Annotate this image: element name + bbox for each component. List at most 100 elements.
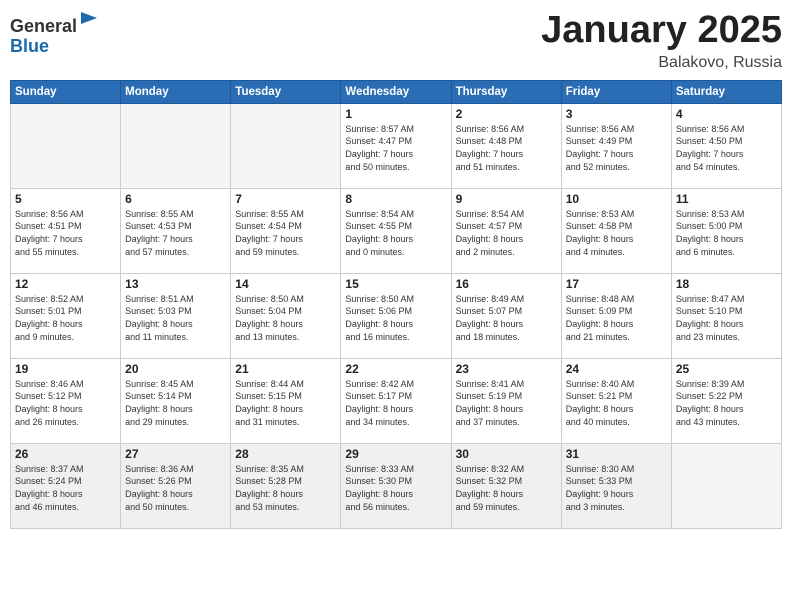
col-monday: Monday bbox=[121, 80, 231, 103]
logo-general: General bbox=[10, 16, 77, 36]
header: General Blue January 2025 Balakovo, Russ… bbox=[10, 10, 782, 72]
calendar-week-row: 26 Sunrise: 8:37 AMSunset: 5:24 PMDayligh… bbox=[11, 443, 782, 528]
logo: General Blue bbox=[10, 10, 101, 57]
day-info: Sunrise: 8:32 AMSunset: 5:32 PMDaylight:… bbox=[456, 463, 557, 513]
day-number: 29 bbox=[345, 447, 446, 461]
day-number: 30 bbox=[456, 447, 557, 461]
day-number: 17 bbox=[566, 277, 667, 291]
table-row: 11Sunrise: 8:53 AMSunset: 5:00 PMDayligh… bbox=[671, 188, 781, 273]
day-number: 28 bbox=[235, 447, 336, 461]
table-row: 7Sunrise: 8:55 AMSunset: 4:54 PMDaylight… bbox=[231, 188, 341, 273]
calendar-header-row: Sunday Monday Tuesday Wednesday Thursday… bbox=[11, 80, 782, 103]
table-row bbox=[231, 103, 341, 188]
day-info: Sunrise: 8:46 AMSunset: 5:12 PMDaylight:… bbox=[15, 378, 116, 428]
table-row: 3 Sunrise: 8:56 AMSunset: 4:49 PMDaylight… bbox=[561, 103, 671, 188]
day-info: Sunrise: 8:42 AMSunset: 5:17 PMDaylight:… bbox=[345, 378, 446, 428]
day-info: Sunrise: 8:52 AMSunset: 5:01 PMDaylight:… bbox=[15, 293, 116, 343]
table-row: 16Sunrise: 8:49 AMSunset: 5:07 PMDayligh… bbox=[451, 273, 561, 358]
day-number: 7 bbox=[235, 192, 336, 206]
table-row: 22 Sunrise: 8:42 AMSunset: 5:17 PMDayligh… bbox=[341, 358, 451, 443]
table-row bbox=[121, 103, 231, 188]
day-number: 4 bbox=[676, 107, 777, 121]
day-number: 5 bbox=[15, 192, 116, 206]
day-info: Sunrise: 8:48 AMSunset: 5:09 PMDaylight:… bbox=[566, 293, 667, 343]
table-row: 6Sunrise: 8:55 AMSunset: 4:53 PMDaylight… bbox=[121, 188, 231, 273]
location-subtitle: Balakovo, Russia bbox=[541, 54, 782, 72]
day-number: 2 bbox=[456, 107, 557, 121]
day-number: 15 bbox=[345, 277, 446, 291]
day-info: Sunrise: 8:36 AMSunset: 5:26 PMDaylight:… bbox=[125, 463, 226, 513]
day-info: Sunrise: 8:57 AMSunset: 4:47 PMDaylight:… bbox=[345, 123, 446, 173]
table-row: 4 Sunrise: 8:56 AMSunset: 4:50 PMDaylight… bbox=[671, 103, 781, 188]
day-info: Sunrise: 8:50 AMSunset: 5:04 PMDaylight:… bbox=[235, 293, 336, 343]
day-number: 8 bbox=[345, 192, 446, 206]
table-row: 28Sunrise: 8:35 AMSunset: 5:28 PMDayligh… bbox=[231, 443, 341, 528]
day-number: 14 bbox=[235, 277, 336, 291]
day-number: 31 bbox=[566, 447, 667, 461]
day-number: 1 bbox=[345, 107, 446, 121]
day-number: 22 bbox=[345, 362, 446, 376]
table-row: 29 Sunrise: 8:33 AMSunset: 5:30 PMDayligh… bbox=[341, 443, 451, 528]
table-row: 31 Sunrise: 8:30 AMSunset: 5:33 PMDayligh… bbox=[561, 443, 671, 528]
day-info: Sunrise: 8:47 AMSunset: 5:10 PMDaylight:… bbox=[676, 293, 777, 343]
table-row: 27 Sunrise: 8:36 AMSunset: 5:26 PMDayligh… bbox=[121, 443, 231, 528]
day-info: Sunrise: 8:55 AMSunset: 4:53 PMDaylight:… bbox=[125, 208, 226, 258]
month-title: January 2025 bbox=[541, 10, 782, 52]
calendar-week-row: 19 Sunrise: 8:46 AMSunset: 5:12 PMDayligh… bbox=[11, 358, 782, 443]
table-row: 9Sunrise: 8:54 AMSunset: 4:57 PMDaylight… bbox=[451, 188, 561, 273]
logo-text: General Blue bbox=[10, 10, 101, 57]
day-number: 19 bbox=[15, 362, 116, 376]
day-info: Sunrise: 8:50 AMSunset: 5:06 PMDaylight:… bbox=[345, 293, 446, 343]
day-number: 18 bbox=[676, 277, 777, 291]
col-saturday: Saturday bbox=[671, 80, 781, 103]
calendar-week-row: 1 Sunrise: 8:57 AMSunset: 4:47 PMDaylight… bbox=[11, 103, 782, 188]
day-info: Sunrise: 8:44 AMSunset: 5:15 PMDaylight:… bbox=[235, 378, 336, 428]
day-info: Sunrise: 8:56 AMSunset: 4:49 PMDaylight:… bbox=[566, 123, 667, 173]
table-row: 1 Sunrise: 8:57 AMSunset: 4:47 PMDaylight… bbox=[341, 103, 451, 188]
day-info: Sunrise: 8:40 AMSunset: 5:21 PMDaylight:… bbox=[566, 378, 667, 428]
day-info: Sunrise: 8:54 AMSunset: 4:57 PMDaylight:… bbox=[456, 208, 557, 258]
table-row: 14 Sunrise: 8:50 AMSunset: 5:04 PMDayligh… bbox=[231, 273, 341, 358]
col-wednesday: Wednesday bbox=[341, 80, 451, 103]
day-number: 25 bbox=[676, 362, 777, 376]
day-number: 10 bbox=[566, 192, 667, 206]
day-info: Sunrise: 8:37 AMSunset: 5:24 PMDaylight:… bbox=[15, 463, 116, 513]
calendar-week-row: 12 Sunrise: 8:52 AMSunset: 5:01 PMDayligh… bbox=[11, 273, 782, 358]
day-info: Sunrise: 8:53 AMSunset: 4:58 PMDaylight:… bbox=[566, 208, 667, 258]
day-number: 11 bbox=[676, 192, 777, 206]
table-row: 19 Sunrise: 8:46 AMSunset: 5:12 PMDayligh… bbox=[11, 358, 121, 443]
day-number: 27 bbox=[125, 447, 226, 461]
day-info: Sunrise: 8:30 AMSunset: 5:33 PMDaylight:… bbox=[566, 463, 667, 513]
day-info: Sunrise: 8:33 AMSunset: 5:30 PMDaylight:… bbox=[345, 463, 446, 513]
table-row: 13Sunrise: 8:51 AMSunset: 5:03 PMDayligh… bbox=[121, 273, 231, 358]
table-row: 15 Sunrise: 8:50 AMSunset: 5:06 PMDayligh… bbox=[341, 273, 451, 358]
table-row: 20Sunrise: 8:45 AMSunset: 5:14 PMDayligh… bbox=[121, 358, 231, 443]
table-row: 21 Sunrise: 8:44 AMSunset: 5:15 PMDayligh… bbox=[231, 358, 341, 443]
day-number: 3 bbox=[566, 107, 667, 121]
day-number: 20 bbox=[125, 362, 226, 376]
calendar-table: Sunday Monday Tuesday Wednesday Thursday… bbox=[10, 80, 782, 529]
table-row bbox=[671, 443, 781, 528]
day-info: Sunrise: 8:54 AMSunset: 4:55 PMDaylight:… bbox=[345, 208, 446, 258]
table-row bbox=[11, 103, 121, 188]
title-block: January 2025 Balakovo, Russia bbox=[541, 10, 782, 72]
col-thursday: Thursday bbox=[451, 80, 561, 103]
day-number: 26 bbox=[15, 447, 116, 461]
day-number: 16 bbox=[456, 277, 557, 291]
table-row: 25 Sunrise: 8:39 AMSunset: 5:22 PMDayligh… bbox=[671, 358, 781, 443]
table-row: 24 Sunrise: 8:40 AMSunset: 5:21 PMDayligh… bbox=[561, 358, 671, 443]
table-row: 5Sunrise: 8:56 AMSunset: 4:51 PMDaylight… bbox=[11, 188, 121, 273]
day-info: Sunrise: 8:56 AMSunset: 4:50 PMDaylight:… bbox=[676, 123, 777, 173]
day-info: Sunrise: 8:39 AMSunset: 5:22 PMDaylight:… bbox=[676, 378, 777, 428]
day-info: Sunrise: 8:56 AMSunset: 4:48 PMDaylight:… bbox=[456, 123, 557, 173]
day-number: 12 bbox=[15, 277, 116, 291]
day-number: 24 bbox=[566, 362, 667, 376]
table-row: 8 Sunrise: 8:54 AMSunset: 4:55 PMDaylight… bbox=[341, 188, 451, 273]
day-number: 21 bbox=[235, 362, 336, 376]
table-row: 26 Sunrise: 8:37 AMSunset: 5:24 PMDayligh… bbox=[11, 443, 121, 528]
table-row: 12 Sunrise: 8:52 AMSunset: 5:01 PMDayligh… bbox=[11, 273, 121, 358]
calendar-week-row: 5Sunrise: 8:56 AMSunset: 4:51 PMDaylight… bbox=[11, 188, 782, 273]
col-friday: Friday bbox=[561, 80, 671, 103]
page: General Blue January 2025 Balakovo, Russ… bbox=[0, 0, 792, 612]
day-info: Sunrise: 8:41 AMSunset: 5:19 PMDaylight:… bbox=[456, 378, 557, 428]
